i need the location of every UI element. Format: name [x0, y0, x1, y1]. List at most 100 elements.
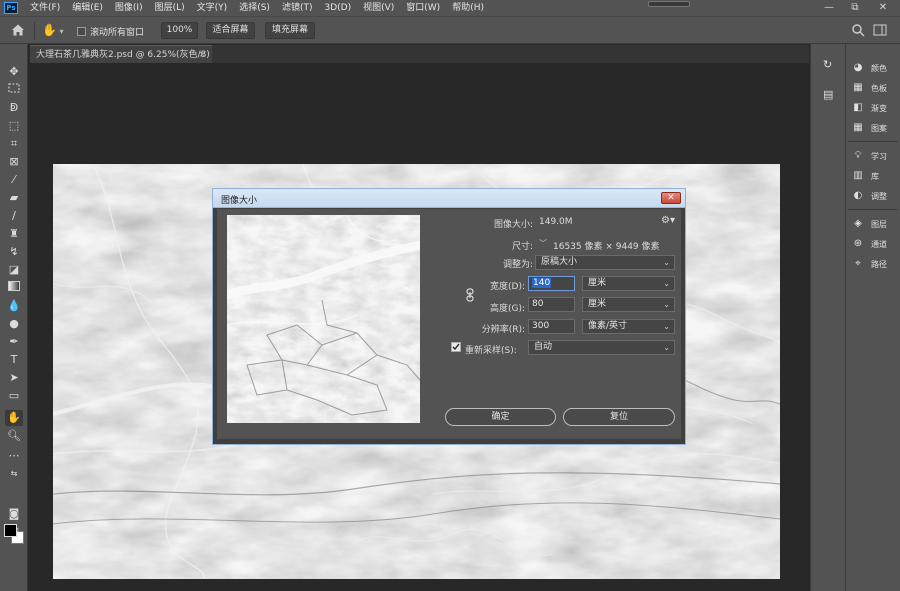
pen-tool-icon[interactable]: ✒: [5, 334, 23, 350]
menu-edit[interactable]: 编辑(E): [66, 0, 109, 16]
hand-tool-icon[interactable]: ✋ ▾: [42, 22, 68, 38]
menu-3d[interactable]: 3D(D): [318, 0, 357, 16]
image-size-value: 149.0M: [539, 217, 573, 227]
width-unit-value: 厘米: [588, 278, 607, 288]
menu-indicator: [648, 1, 690, 7]
properties-panel-icon[interactable]: ▤: [823, 88, 837, 102]
fill-screen-button[interactable]: 填充屏幕: [265, 22, 315, 39]
panel-swatches[interactable]: ▦ 色板: [852, 80, 887, 96]
width-input[interactable]: 140: [528, 276, 575, 291]
height-unit-value: 厘米: [588, 299, 607, 309]
fit-screen-button[interactable]: 适合屏幕: [206, 22, 255, 39]
lasso-tool-icon[interactable]: ↁ: [5, 100, 23, 116]
document-tab-title: 大理石茶几雅典灰2.psd @ 6.25%(灰色/8): [36, 50, 210, 60]
workspace-icon[interactable]: [873, 23, 887, 37]
panel-gradients[interactable]: ◧ 渐变: [852, 100, 887, 116]
dimensions-dropdown-icon[interactable]: ﹀: [539, 238, 547, 249]
panel-adjustments-label: 调整: [871, 191, 887, 201]
resample-select[interactable]: 自动 ⌄: [528, 340, 675, 355]
zoom-tool-icon[interactable]: 🔍︎: [5, 428, 23, 444]
dialog-close-button[interactable]: ✕: [661, 192, 681, 204]
menu-window[interactable]: 窗口(W): [400, 0, 446, 16]
gradient-tool-icon[interactable]: [5, 280, 23, 296]
height-unit-select[interactable]: 厘米 ⌄: [582, 297, 675, 312]
history-brush-tool-icon[interactable]: ↯: [5, 244, 23, 260]
foreground-color-swatch[interactable]: [4, 524, 17, 537]
panel-swatches-label: 色板: [871, 83, 887, 93]
swatches-icon: ▦: [853, 82, 863, 93]
image-preview[interactable]: [227, 215, 420, 423]
resolution-input[interactable]: 300: [528, 319, 575, 334]
more-tools-icon[interactable]: ⋯: [5, 448, 23, 464]
panel-libraries[interactable]: ▥ 库: [852, 168, 879, 184]
height-input[interactable]: 80: [528, 297, 575, 312]
panel-color-label: 颜色: [871, 63, 887, 73]
settings-gear-icon[interactable]: ⚙▾: [661, 215, 675, 226]
eyedropper-tool-icon[interactable]: ⁄: [5, 172, 23, 188]
quick-select-tool-icon[interactable]: ⬚: [5, 118, 23, 134]
paths-icon: ⌖: [855, 258, 861, 269]
close-window-button[interactable]: ✕: [872, 0, 894, 16]
panel-layers-label: 图层: [871, 219, 887, 229]
menu-layer[interactable]: 图层(L): [149, 0, 191, 16]
marquee-tool-icon[interactable]: [5, 82, 23, 98]
document-tab[interactable]: 大理石茶几雅典灰2.psd @ 6.25%(灰色/8) ×: [30, 45, 212, 63]
eraser-tool-icon[interactable]: ◪: [5, 262, 23, 278]
menu-select[interactable]: 选择(S): [233, 0, 276, 16]
scroll-all-checkbox[interactable]: [77, 27, 86, 36]
panel-learn[interactable]: 💡︎ 学习: [852, 148, 888, 164]
rectangle-tool-icon[interactable]: ▭: [5, 388, 23, 404]
menu-image[interactable]: 图像(I): [109, 0, 149, 16]
chevron-down-icon: ⌄: [663, 343, 670, 352]
healing-brush-tool-icon[interactable]: ▰: [5, 190, 23, 206]
menu-help[interactable]: 帮助(H): [446, 0, 490, 16]
menu-type[interactable]: 文字(Y): [191, 0, 234, 16]
home-icon[interactable]: [10, 22, 26, 38]
panel-patterns[interactable]: ▦ 图案: [852, 120, 887, 136]
panel-layers[interactable]: ◈ 图层: [852, 216, 887, 232]
fit-to-select[interactable]: 原稿大小 ⌄: [535, 255, 675, 270]
move-tool-icon[interactable]: ✥: [5, 64, 23, 80]
search-icon[interactable]: [851, 23, 865, 37]
panel-channels[interactable]: ⊛ 通道: [852, 236, 887, 252]
type-tool-icon[interactable]: T: [5, 352, 23, 368]
patterns-icon: ▦: [853, 122, 863, 133]
blur-tool-icon[interactable]: 💧: [5, 298, 23, 314]
chevron-down-icon: ⌄: [663, 300, 670, 309]
menu-file[interactable]: 文件(F): [24, 0, 66, 16]
panel-gradients-label: 渐变: [871, 103, 887, 113]
panel-learn-label: 学习: [871, 151, 887, 161]
photoshop-logo: Ps: [4, 2, 18, 14]
path-select-tool-icon[interactable]: ➤: [5, 370, 23, 386]
panel-channels-label: 通道: [871, 239, 887, 249]
scroll-all-label: 滚动所有窗口: [90, 28, 145, 38]
crop-tool-icon[interactable]: ⌗: [5, 136, 23, 152]
zoom-100-button[interactable]: 100%: [161, 22, 198, 39]
panel-paths-label: 路径: [871, 259, 887, 269]
clone-stamp-tool-icon[interactable]: ♜: [5, 226, 23, 242]
quick-mask-icon[interactable]: ◙: [5, 506, 23, 522]
adjust-icon: ◐: [853, 190, 863, 201]
reset-button[interactable]: 复位: [563, 408, 675, 426]
menu-view[interactable]: 视图(V): [357, 0, 400, 16]
resample-value: 自动: [534, 342, 553, 352]
resample-checkbox[interactable]: [451, 342, 461, 352]
width-unit-select[interactable]: 厘米 ⌄: [582, 276, 675, 291]
library-icon: ▥: [853, 170, 863, 181]
ok-button[interactable]: 确定: [445, 408, 556, 426]
restore-button[interactable]: ⧉: [844, 0, 866, 16]
brush-tool-icon[interactable]: ∕: [5, 208, 23, 224]
panel-paths[interactable]: ⌖ 路径: [852, 256, 887, 272]
panel-color[interactable]: ◕ 颜色: [852, 60, 887, 76]
frame-tool-icon[interactable]: ⊠: [5, 154, 23, 170]
minimize-button[interactable]: —: [818, 0, 840, 16]
hand-tool-active-icon[interactable]: ✋: [5, 410, 23, 426]
history-panel-icon[interactable]: ↻: [823, 58, 837, 72]
resolution-unit-select[interactable]: 像素/英寸 ⌄: [582, 319, 675, 334]
menu-filter[interactable]: 滤镜(T): [276, 0, 319, 16]
dodge-tool-icon[interactable]: ●: [5, 316, 23, 332]
panel-adjustments[interactable]: ◐ 调整: [852, 188, 887, 204]
close-tab-icon[interactable]: ×: [198, 46, 206, 64]
swap-colors-icon[interactable]: ⇆: [5, 466, 23, 482]
dialog-titlebar[interactable]: 图像大小 ✕: [213, 189, 685, 208]
